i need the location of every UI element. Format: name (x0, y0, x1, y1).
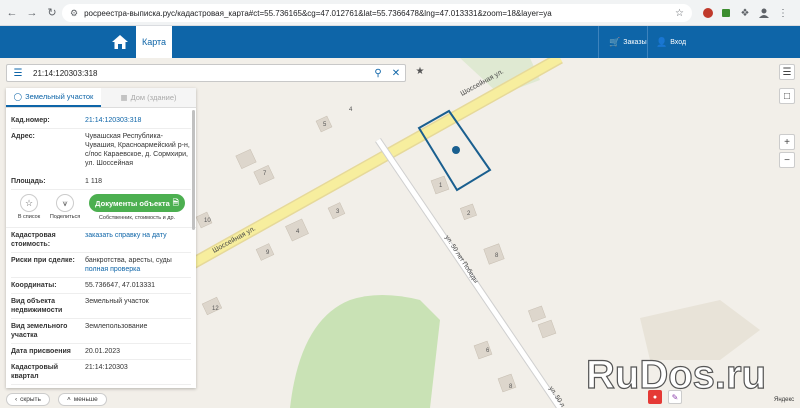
login-label: Вход (670, 38, 687, 46)
share-icon: ⩛ (56, 194, 74, 212)
home-icon[interactable] (108, 30, 132, 54)
chevron-up-icon: ˄ (67, 396, 71, 403)
tab-house-label: Дом (здание) (130, 93, 177, 102)
cad-number-label: Кад.номер: (11, 117, 50, 124)
street-label-main: Шоссейная ул. (211, 224, 257, 254)
chevron-left-icon: ‹ (15, 396, 18, 403)
risks-value: банкротства, аресты, суды (85, 257, 172, 264)
cart-icon: 🛒 (609, 36, 621, 47)
coords-value: 55.736647, 47.013331 (85, 282, 156, 289)
object-documents-label: Документы объекта (95, 198, 170, 208)
panel-actions: ☆ В список ⩛ Поделиться Документы объект… (6, 190, 196, 228)
panel-scrollbar[interactable] (192, 110, 195, 230)
add-to-list-label: В список (17, 214, 41, 220)
browser-menu-icon[interactable]: ⋮ (775, 5, 791, 21)
profile-icon[interactable] (756, 5, 772, 21)
cadastral-search-bar: ☰ 21:14:120303:318 ⚲ ✕ (6, 64, 406, 82)
orders-label: Заказы (623, 38, 647, 46)
close-icon[interactable]: ✕ (387, 68, 405, 79)
house-number: 4 (349, 107, 353, 113)
less-button[interactable]: ˄ меньше (58, 393, 107, 406)
site-header: Карта 🛒 Заказы 👤 Вход (0, 26, 800, 58)
bookmark-star-icon[interactable]: ☆ (675, 8, 684, 19)
tab-house[interactable]: ▦ Дом (здание) (101, 88, 196, 107)
cad-number-value[interactable]: 21:14:120303:318 (85, 116, 191, 125)
share-label: Поделиться (49, 214, 81, 220)
extension-icon[interactable] (718, 5, 734, 21)
less-label: меньше (73, 396, 98, 403)
zoom-out-button[interactable]: − (779, 152, 795, 168)
house-number: 10 (204, 218, 211, 224)
coords-label: Координаты: (11, 282, 57, 289)
street-label-side: ул. 50 лет Победы (443, 234, 480, 285)
login-button[interactable]: 👤 Вход (656, 26, 686, 58)
date-value: 20.01.2023 (85, 348, 121, 355)
row-object-type: Вид объекта недвижимости Земельный участ… (11, 294, 191, 319)
zoom-in-button[interactable]: + (779, 134, 795, 150)
tab-land-plot-label: Земельный участок (25, 92, 94, 101)
person-icon: ◯ (13, 92, 23, 101)
address-value: Чувашская Республика- Чувашия, Красноарм… (85, 133, 190, 167)
divider (647, 26, 648, 58)
full-check-link[interactable]: полная проверка (85, 266, 140, 273)
address-bar[interactable]: ⚙ росреестра-выписка.рус/кадастровая_кар… (62, 4, 692, 22)
fullscreen-icon[interactable]: □ (779, 88, 795, 104)
extensions-puzzle-icon[interactable]: ❖ (737, 5, 753, 21)
document-icon: 🗎 (172, 197, 179, 207)
forward-icon[interactable]: → (24, 5, 40, 21)
object-info-panel: ◯ Земельный участок ▦ Дом (здание) Кад.н… (6, 88, 196, 388)
row-risks: Риски при сделке: банкротства, аресты, с… (11, 253, 191, 278)
layers-icon[interactable]: ☰ (779, 64, 795, 80)
row-date: Дата присвоения 20.01.2023 (11, 344, 191, 360)
documents-subtitle: Собственник, стоимость и др. (98, 215, 176, 221)
row-quarter: Кадастровый квартал 21:14:120303 (11, 360, 191, 385)
tab-land-plot[interactable]: ◯ Земельный участок (6, 88, 101, 107)
order-certificate-link[interactable]: заказать справку на дату (85, 231, 191, 249)
house-number: 12 (212, 306, 219, 312)
date-label: Дата присвоения (11, 348, 71, 355)
menu-icon[interactable]: ☰ (7, 68, 29, 79)
divider (598, 26, 599, 58)
object-type-label: Вид объекта недвижимости (11, 298, 63, 314)
add-to-list-button[interactable]: ☆ В список (11, 194, 47, 220)
row-cad-value: Кадастровая стоимость: заказать справку … (11, 228, 191, 253)
address-label: Адрес: (11, 133, 35, 140)
row-area: Площадь: 1 118 (11, 171, 191, 190)
row-cad-number: Кад.номер: 21:14:120303:318 (11, 108, 191, 129)
site-info-icon[interactable]: ⚙ (70, 8, 78, 19)
user-icon: 👤 (656, 36, 668, 47)
tab-map[interactable]: Карта (136, 26, 172, 58)
row-coords: Координаты: 55.736647, 47.013331 (11, 278, 191, 294)
area-value: 1 118 (85, 178, 102, 185)
extension-icon[interactable] (700, 5, 716, 21)
row-land-type: Вид земельного участка Землепользование (11, 319, 191, 344)
cad-value-label: Кадастровая стоимость: (11, 232, 56, 248)
svg-text:RuDos.ru: RuDos.ru (586, 353, 766, 397)
object-documents-button[interactable]: Документы объекта 🗎 (89, 194, 185, 212)
row-address: Адрес: Чувашская Республика- Чувашия, Кр… (11, 129, 191, 171)
risks-label: Риски при сделке: (11, 257, 75, 264)
object-type-value: Земельный участок (85, 298, 149, 305)
back-icon[interactable]: ← (4, 5, 20, 21)
address-bar-url: росреестра-выписка.рус/кадастровая_карта… (84, 8, 552, 18)
area-label: Площадь: (11, 178, 46, 185)
star-outline-icon: ☆ (20, 194, 38, 212)
land-type-value: Землепользование (85, 323, 148, 330)
building-icon: ▦ (120, 93, 128, 102)
hide-panel-label: скрыть (20, 396, 41, 403)
panel-tabs: ◯ Земельный участок ▦ Дом (здание) (6, 88, 196, 108)
land-type-label: Вид земельного участка (11, 323, 68, 339)
search-input[interactable]: 21:14:120303:318 (29, 69, 369, 78)
reload-icon[interactable]: ↻ (44, 5, 60, 21)
search-icon[interactable]: ⚲ (369, 68, 387, 79)
share-button[interactable]: ⩛ Поделиться (47, 194, 83, 220)
favorite-star-icon[interactable]: ★ (413, 66, 427, 80)
quarter-value: 21:14:120303 (85, 364, 128, 371)
orders-button[interactable]: 🛒 Заказы (609, 26, 647, 58)
watermark-logo: RuDos.ru (582, 348, 794, 400)
quarter-label: Кадастровый квартал (11, 364, 59, 380)
hide-panel-button[interactable]: ‹ скрыть (6, 393, 50, 406)
